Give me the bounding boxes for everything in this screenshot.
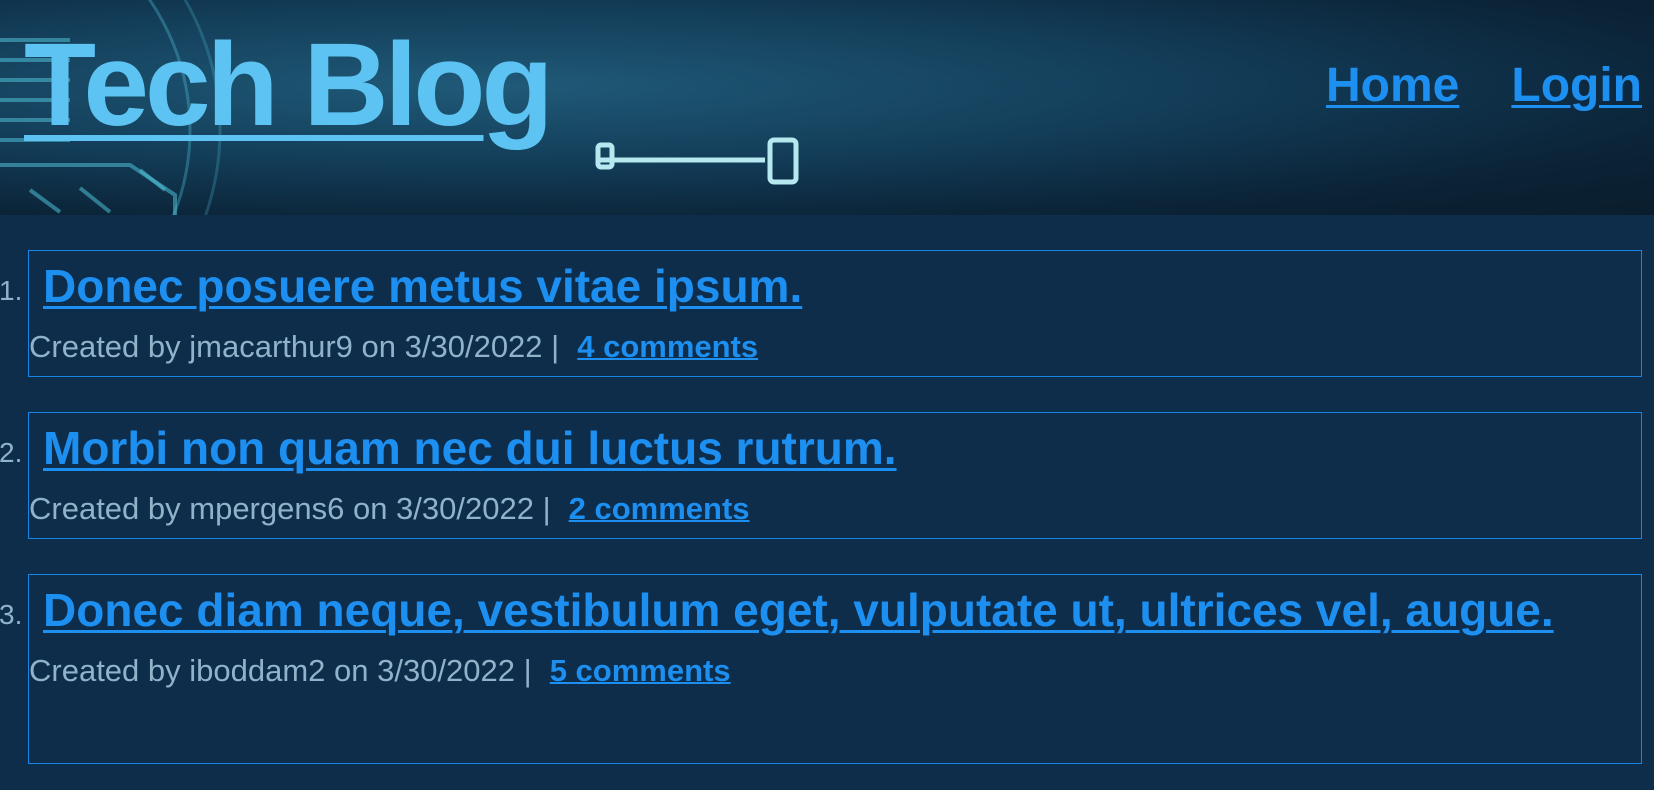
post-comments-link[interactable]: 4 comments	[577, 329, 758, 364]
nav-login-link[interactable]: Login	[1511, 58, 1642, 113]
post-number: 2.	[0, 437, 23, 468]
post-number: 1.	[0, 275, 23, 306]
post-meta-text: Created by mpergens6 on 3/30/2022 |	[29, 491, 551, 526]
post-item: 3. Donec diam neque, vestibulum eget, vu…	[0, 574, 1642, 764]
site-title-link[interactable]: Tech Blog	[24, 18, 554, 154]
post-item: 2. Morbi non quam nec dui luctus rutrum.…	[0, 412, 1642, 539]
post-comments-link[interactable]: 2 comments	[569, 491, 750, 526]
post-title-link[interactable]: Morbi non quam nec dui luctus rutrum.	[43, 417, 1641, 479]
site-header: Tech Blog Home Login	[0, 0, 1654, 215]
post-meta-text: Created by iboddam2 on 3/30/2022 |	[29, 653, 532, 688]
post-comments-link[interactable]: 5 comments	[550, 653, 731, 688]
main-nav: Home Login	[1326, 58, 1642, 113]
nav-home-link[interactable]: Home	[1326, 58, 1459, 113]
post-meta: Created by mpergens6 on 3/30/2022 | 2 com…	[29, 489, 1641, 529]
post-meta-text: Created by jmacarthur9 on 3/30/2022 |	[29, 329, 560, 364]
post-meta: Created by iboddam2 on 3/30/2022 | 5 comm…	[29, 651, 1641, 691]
post-meta: Created by jmacarthur9 on 3/30/2022 | 4 c…	[29, 327, 1641, 367]
post-title-link[interactable]: Donec posuere metus vitae ipsum.	[43, 255, 1641, 317]
post-item: 1. Donec posuere metus vitae ipsum. Crea…	[0, 250, 1642, 377]
post-title-link[interactable]: Donec diam neque, vestibulum eget, vulpu…	[29, 579, 1641, 641]
post-number: 3.	[0, 599, 23, 630]
